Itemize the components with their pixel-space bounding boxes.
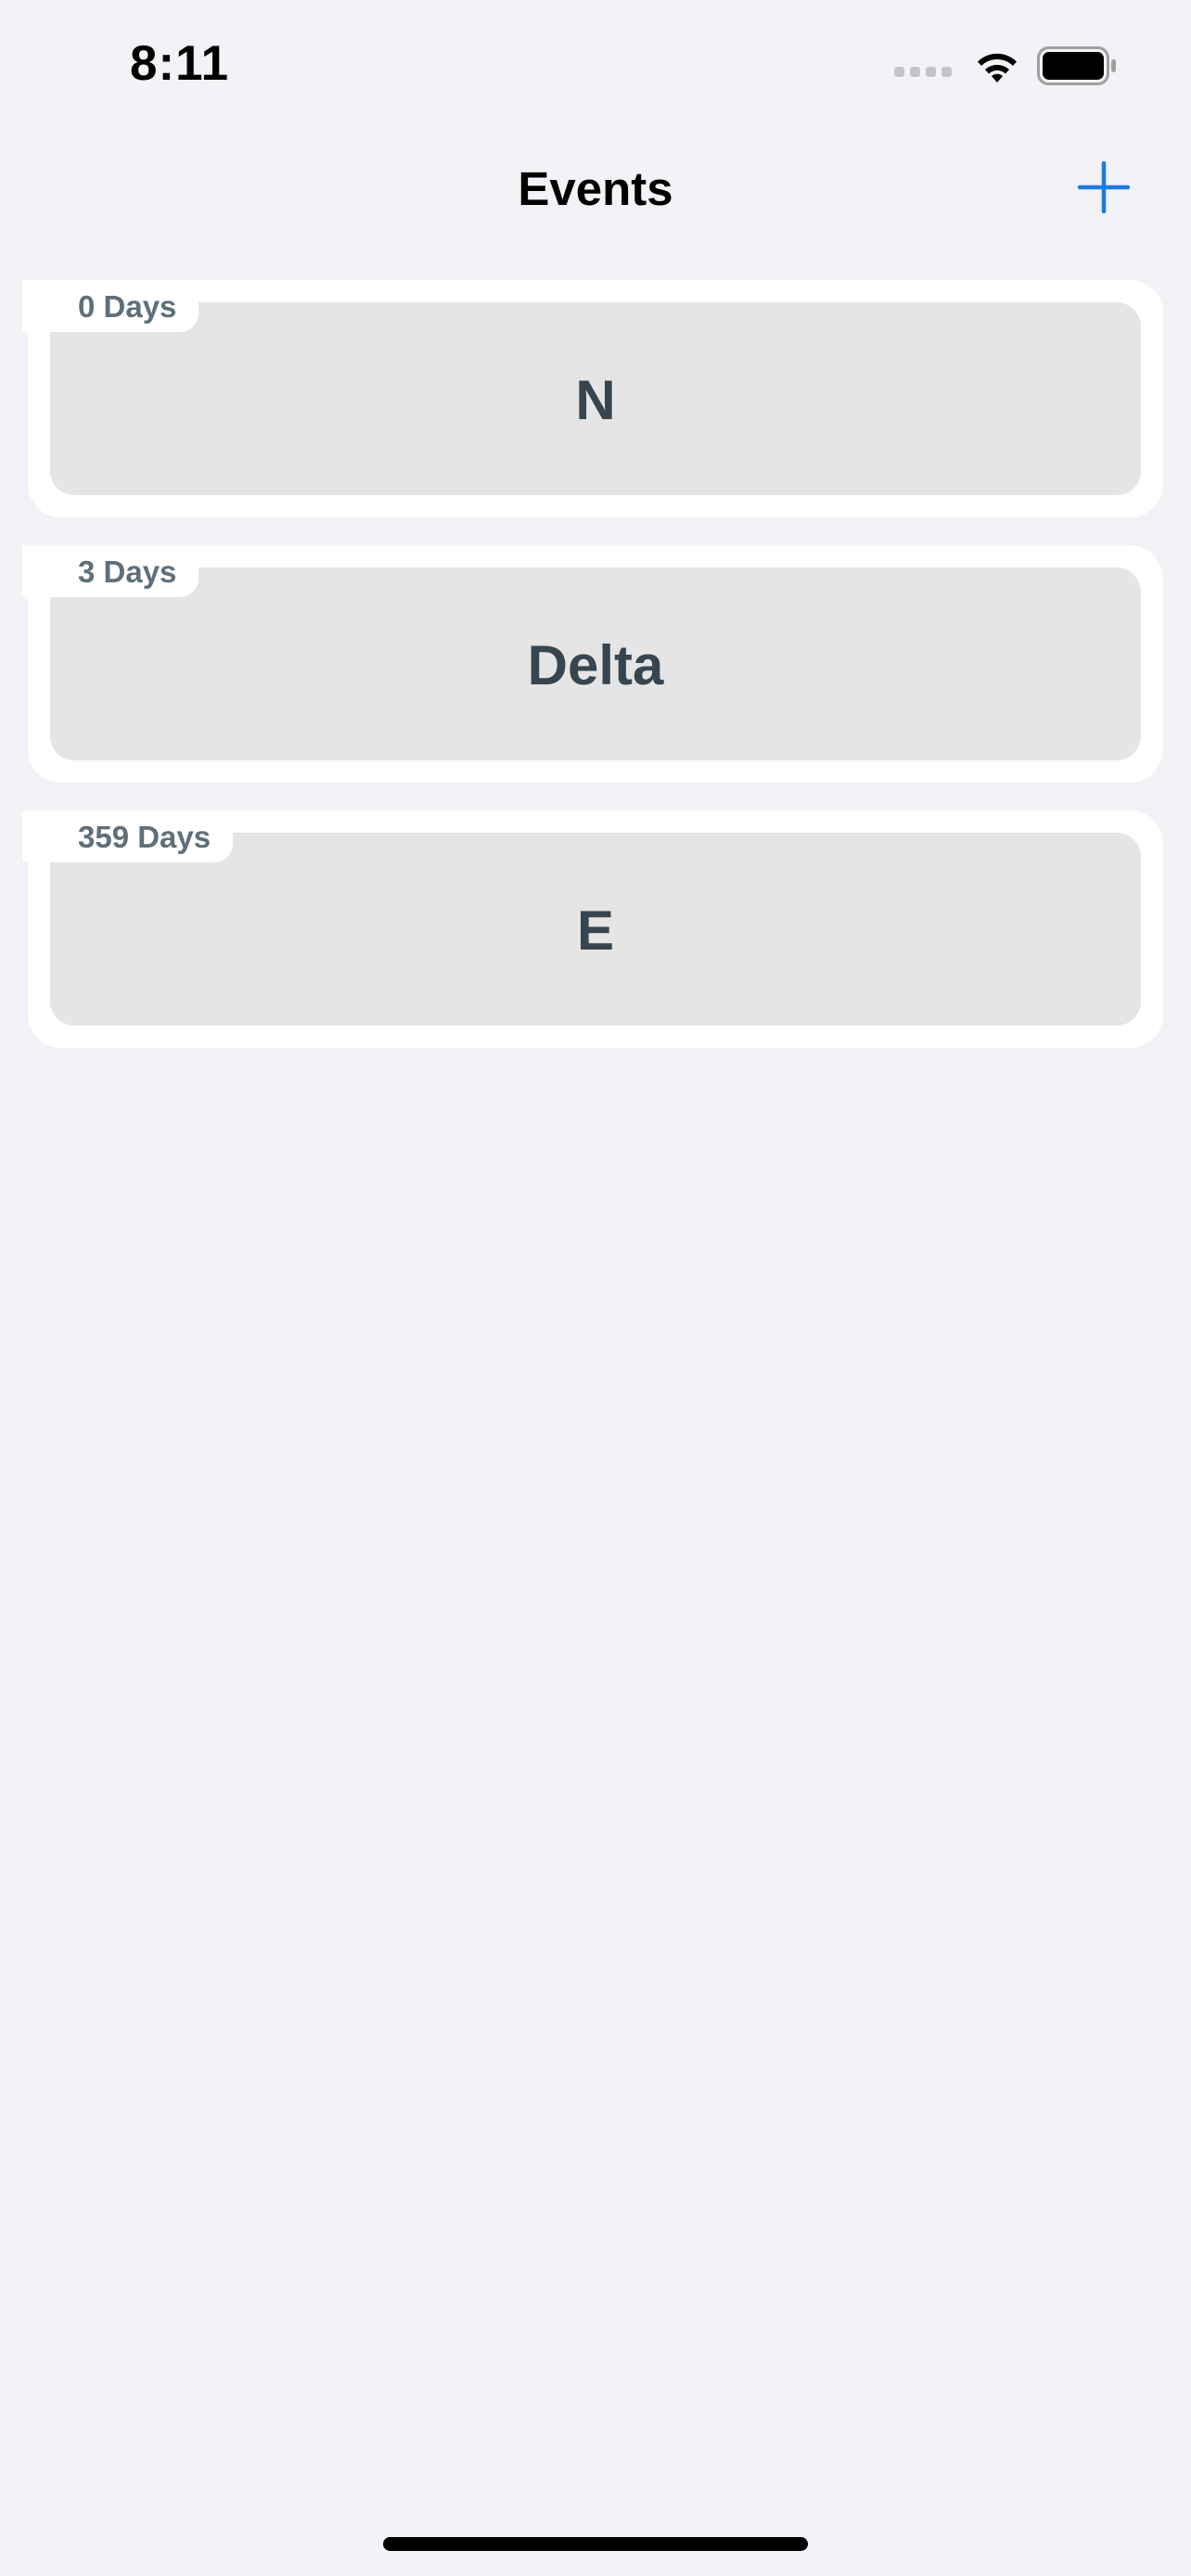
days-badge: 359 Days <box>22 810 234 862</box>
status-time: 8:11 <box>130 36 230 91</box>
event-card[interactable]: N 0 Days <box>22 280 1163 517</box>
home-indicator[interactable] <box>383 2537 808 2551</box>
status-icons <box>894 46 1117 85</box>
event-card-body: Delta <box>50 567 1141 760</box>
wifi-icon <box>978 53 1017 83</box>
event-card[interactable]: E 359 Days <box>22 810 1163 1048</box>
event-list: N 0 Days Delta 3 Days E 359 Days <box>22 280 1163 1076</box>
event-card[interactable]: Delta 3 Days <box>22 545 1163 783</box>
cellular-signal-icon <box>894 66 952 77</box>
plus-icon <box>1077 160 1131 214</box>
add-event-button[interactable] <box>1077 160 1131 214</box>
event-title: N <box>575 369 616 431</box>
days-count: 3 Days <box>78 555 177 589</box>
event-card-body: N <box>50 302 1141 495</box>
navigation-bar: Events <box>0 148 1191 241</box>
event-title: E <box>576 899 615 962</box>
event-title: Delta <box>527 634 664 696</box>
days-badge: 3 Days <box>22 545 199 597</box>
days-badge: 0 Days <box>22 280 199 332</box>
battery-icon <box>1037 46 1116 85</box>
status-bar: 8:11 <box>0 0 1191 130</box>
page-title: Events <box>518 162 673 215</box>
days-count: 0 Days <box>78 289 177 324</box>
days-count: 359 Days <box>78 820 211 854</box>
